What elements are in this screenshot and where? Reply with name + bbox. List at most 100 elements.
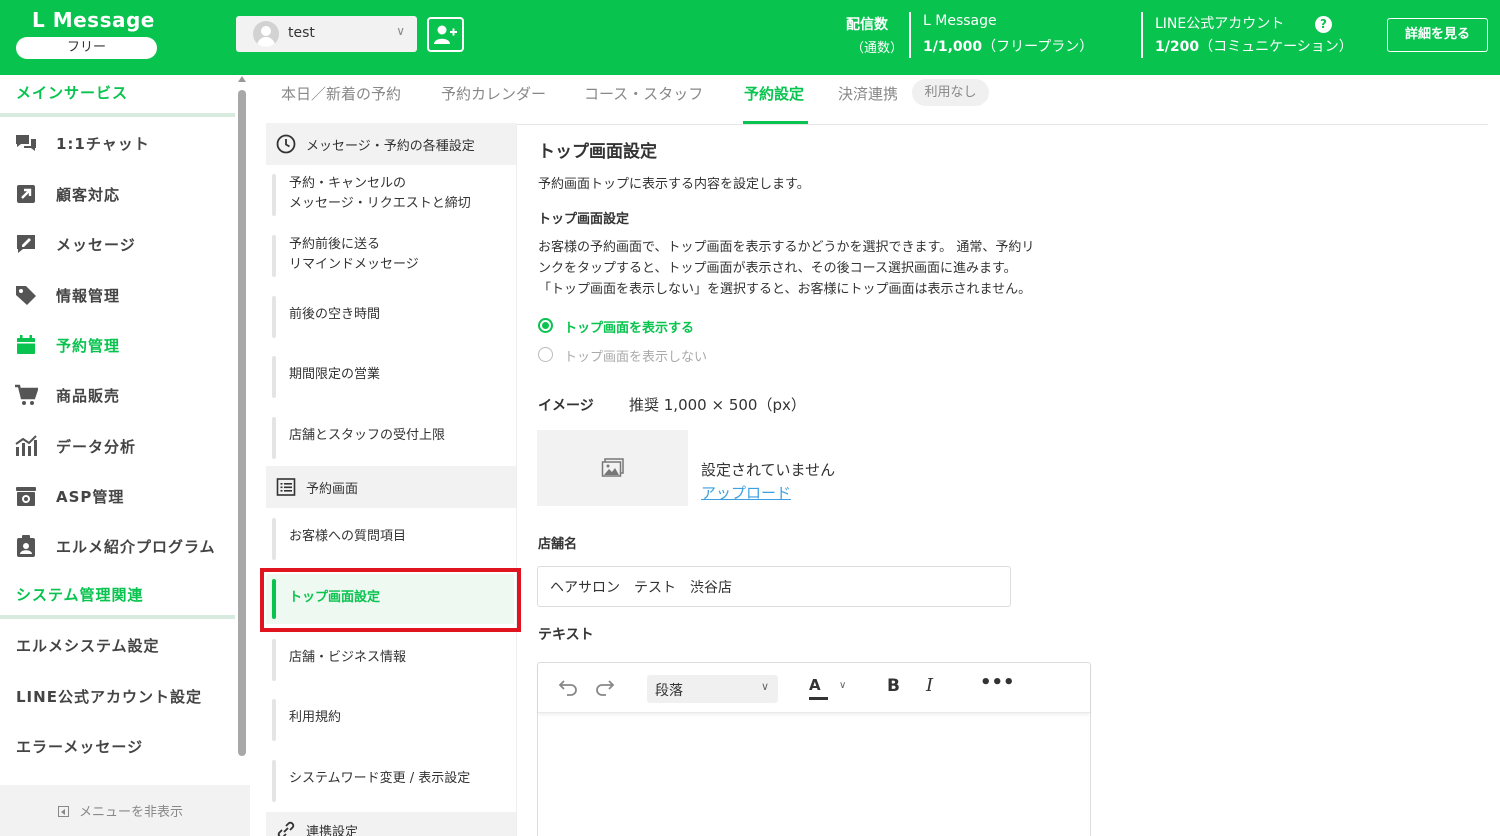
editor-toolbar: 段落 ∨ A ∨ B I ••• <box>538 663 1090 713</box>
sidebar-item-label: 予約管理 <box>56 337 121 355</box>
rich-text-editor[interactable]: 段落 ∨ A ∨ B I ••• <box>537 662 1091 836</box>
submenu-item-limited-hours[interactable]: 期間限定の営業 <box>272 356 512 398</box>
submenu-group-integration: 連携設定 <box>266 812 516 836</box>
tab-reservation-settings[interactable]: 予約設定 <box>744 83 804 104</box>
sidebar-item-reservation[interactable]: 予約管理 <box>0 325 235 365</box>
submenu-item-capacity[interactable]: 店舗とスタッフの受付上限 <box>272 417 512 459</box>
sidebar-item-label: データ分析 <box>56 438 137 456</box>
submenu-group-label: 連携設定 <box>306 825 359 836</box>
bold-button[interactable]: B <box>887 676 900 696</box>
help-icon[interactable]: ? <box>1315 16 1332 33</box>
divider <box>0 113 235 117</box>
paragraph-line: ンクをタップすると、トップ画面が表示され、その後コース選択画面に進みます。 <box>538 261 1017 276</box>
sidebar-section-system: システム管理関連 <box>16 586 144 604</box>
submenu-group-label: 予約画面 <box>306 482 359 497</box>
font-color-button[interactable]: A <box>809 676 828 700</box>
radio-button[interactable] <box>538 318 553 333</box>
more-options-button[interactable]: ••• <box>980 672 1015 693</box>
submenu-item-system-words[interactable]: システムワード変更 / 表示設定 <box>272 760 512 802</box>
details-button[interactable]: 詳細を見る <box>1387 18 1488 52</box>
sidebar-scrollbar[interactable] <box>238 90 246 756</box>
sidebar-item-label: メッセージ <box>56 236 136 254</box>
sidebar-item-label: 顧客対応 <box>56 186 121 204</box>
font-color-icon: A <box>809 676 821 694</box>
paragraph-line: 「トップ画面を表示しない」を選択すると、お客様にトップ画面は表示されません。 <box>538 282 1032 297</box>
asp-icon <box>16 487 36 506</box>
submenu-item-remind[interactable]: 予約前後に送る リマインドメッセージ <box>272 235 512 277</box>
paragraph-style-select[interactable]: 段落 ∨ <box>647 675 778 703</box>
add-account-button[interactable] <box>427 17 464 52</box>
arrow-box-icon <box>17 185 35 203</box>
tab-course-staff[interactable]: コース・スタッフ <box>584 83 703 104</box>
submenu-item-label: システムワード変更 / 表示設定 <box>289 771 471 786</box>
submenu-item-label: 前後の空き時間 <box>289 307 381 322</box>
radio-label: トップ画面を表示しない <box>564 350 708 365</box>
redo-icon[interactable] <box>595 678 615 696</box>
link-icon <box>277 821 295 836</box>
calendar-icon <box>17 335 35 354</box>
radio-show-top[interactable]: トップ画面を表示する <box>538 316 838 336</box>
section-title: トップ画面設定 <box>538 212 630 227</box>
image-label: イメージ <box>538 398 594 414</box>
account-name: test <box>288 25 315 41</box>
divider <box>0 615 235 619</box>
submenu-item-questions[interactable]: お客様への質問項目 <box>272 518 512 560</box>
italic-button[interactable]: I <box>926 675 933 696</box>
image-placeholder[interactable] <box>537 430 688 506</box>
tab-payment[interactable]: 決済連携 <box>838 83 898 104</box>
account-selector[interactable]: test ∨ <box>236 16 417 52</box>
submenu-item-cancel-message[interactable]: 予約・キャンセルの メッセージ・リクエストと締切 <box>272 174 512 216</box>
upload-link[interactable]: アップロード <box>701 482 791 503</box>
sidebar-item-sales[interactable]: 商品販売 <box>0 375 235 415</box>
chevron-down-icon[interactable]: ∨ <box>839 680 846 691</box>
submenu-item-label: 予約前後に送る <box>289 237 381 252</box>
tab-today[interactable]: 本日／新着の予約 <box>281 83 401 104</box>
sidebar-item-analytics[interactable]: データ分析 <box>0 426 235 466</box>
line-count-title: LINE公式アカウント <box>1155 16 1285 32</box>
message-edit-icon <box>17 235 35 253</box>
image-icon <box>601 458 624 477</box>
submenu-group-label: メッセージ・予約の各種設定 <box>306 139 475 154</box>
submenu-item-terms[interactable]: 利用規約 <box>272 699 512 741</box>
paragraph-style-value: 段落 <box>655 683 683 699</box>
undo-icon[interactable] <box>558 678 578 696</box>
tab-calendar[interactable]: 予約カレンダー <box>441 83 546 104</box>
section-description: お客様の予約画面で、トップ画面を表示するかどうかを選択できます。 通常、予約リ … <box>538 237 1098 300</box>
send-count-label: 配信数 <box>846 17 888 33</box>
text-label: テキスト <box>538 627 594 643</box>
chevron-down-icon: ∨ <box>760 680 769 693</box>
sidebar-item-referral[interactable]: エルメ紹介プログラム <box>0 526 235 566</box>
clock-icon <box>276 134 296 154</box>
sidebar-item-error-message[interactable]: エラーメッセージ <box>16 736 143 757</box>
sidebar-item-info[interactable]: 情報管理 <box>0 275 235 315</box>
divider <box>516 124 517 836</box>
status-badge: 利用なし <box>912 79 989 106</box>
app-logo[interactable]: L Message <box>32 8 155 32</box>
submenu-item-business-info[interactable]: 店舗・ビジネス情報 <box>272 639 512 681</box>
page-title: トップ画面設定 <box>538 142 657 162</box>
divider <box>909 12 911 58</box>
sidebar-section-main: メインサービス <box>16 84 129 102</box>
hide-menu-button[interactable]: メニューを非表示 <box>58 801 183 820</box>
scroll-up-arrow[interactable] <box>238 76 246 82</box>
clipboard-user-icon <box>17 535 35 557</box>
top-header: L Message フリー test ∨ 配信数 （通数） L Message … <box>0 0 1500 75</box>
radio-button[interactable] <box>538 347 553 362</box>
submenu-item-interval[interactable]: 前後の空き時間 <box>272 296 512 338</box>
submenu-item-label: 店舗とスタッフの受付上限 <box>289 428 446 443</box>
store-name-input[interactable]: ヘアサロン テスト 渋谷店 <box>537 566 1011 607</box>
sidebar-item-lme-settings[interactable]: エルメシステム設定 <box>16 635 160 656</box>
user-plus-icon <box>434 25 457 44</box>
chevron-down-icon: ∨ <box>396 24 405 38</box>
collapse-icon <box>58 806 69 817</box>
bar-chart-icon <box>15 435 37 456</box>
send-count-sub: （通数） <box>851 41 904 56</box>
radio-hide-top[interactable]: トップ画面を表示しない <box>538 345 838 365</box>
sidebar-item-customer[interactable]: 顧客対応 <box>0 174 235 214</box>
sidebar-item-line-settings[interactable]: LINE公式アカウント設定 <box>16 686 202 707</box>
submenu-item-label: 予約・キャンセルの <box>289 176 407 191</box>
sidebar-item-chat[interactable]: 1:1チャット <box>0 123 235 163</box>
sidebar-item-asp[interactable]: ASP管理 <box>0 476 235 516</box>
page-description: 予約画面トップに表示する内容を設定します。 <box>538 177 810 192</box>
sidebar-item-message[interactable]: メッセージ <box>0 224 235 264</box>
